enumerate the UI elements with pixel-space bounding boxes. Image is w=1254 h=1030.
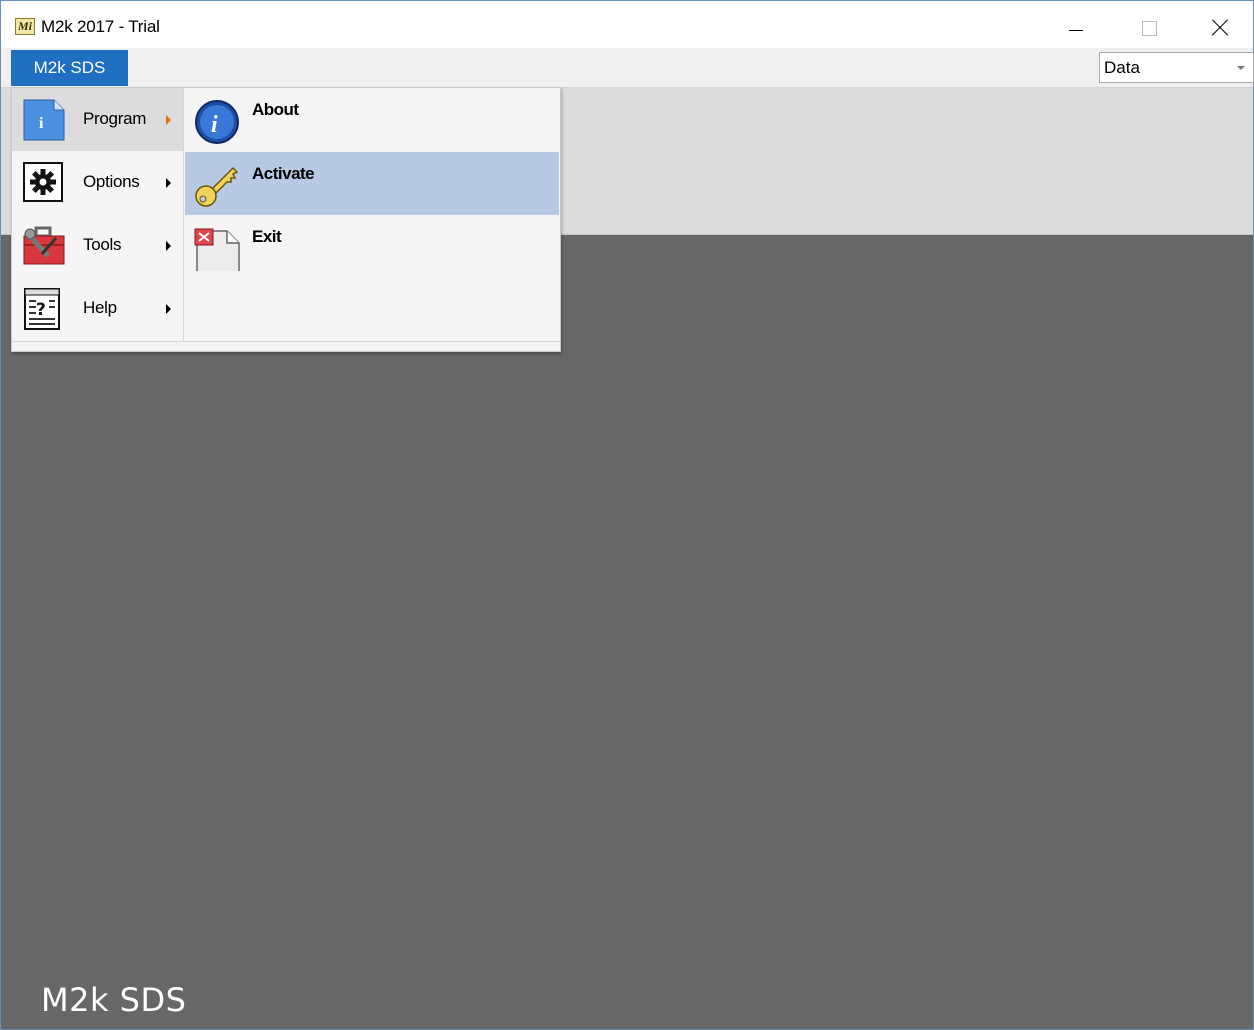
title-bar[interactable]: Mi M2k 2017 - Trial xyxy=(1,1,1253,48)
info-icon: i xyxy=(195,100,239,144)
toolbox-icon xyxy=(23,226,65,265)
submenu-item-about[interactable]: i About xyxy=(185,88,559,151)
submenu-item-label: About xyxy=(252,100,299,119)
program-submenu: i About Activate Exit xyxy=(185,88,560,341)
window-title: M2k 2017 - Trial xyxy=(41,17,160,36)
chevron-down-icon xyxy=(1237,66,1245,70)
svg-text:i: i xyxy=(39,115,44,132)
data-dropdown-value: Data xyxy=(1104,58,1140,77)
app-window: Mi M2k 2017 - Trial M2k SDS Data M2k SDS… xyxy=(0,0,1254,1030)
menu-item-program[interactable]: i Program xyxy=(12,88,183,151)
program-info-icon: i xyxy=(23,99,65,141)
menu-item-options[interactable]: Options xyxy=(12,151,183,214)
gear-icon xyxy=(23,162,63,202)
menu-item-help[interactable]: ? Help xyxy=(12,277,183,340)
app-menu-tab[interactable]: M2k SDS xyxy=(11,50,128,86)
ribbon-tab-strip: M2k SDS Data xyxy=(1,48,1254,88)
menu-item-label: Program xyxy=(83,109,147,128)
submenu-arrow-icon xyxy=(166,304,171,314)
submenu-arrow-icon xyxy=(166,178,171,188)
app-logo-icon[interactable]: Mi xyxy=(15,18,35,35)
exit-icon xyxy=(194,228,240,271)
menu-item-label: Help xyxy=(83,298,117,317)
submenu-item-label: Activate xyxy=(252,164,315,183)
minimize-button[interactable] xyxy=(1051,1,1099,48)
menu-divider xyxy=(12,341,560,342)
submenu-arrow-icon xyxy=(166,115,171,125)
maximize-button[interactable] xyxy=(1125,1,1173,48)
svg-text:i: i xyxy=(211,112,218,138)
submenu-item-exit[interactable]: Exit xyxy=(185,215,559,278)
menu-item-label: Options xyxy=(83,172,140,191)
menu-item-tools[interactable]: Tools xyxy=(12,214,183,277)
help-document-icon: ? xyxy=(24,288,60,330)
application-menu: i Program Options Tools ? Help i About A… xyxy=(11,87,561,352)
submenu-arrow-icon xyxy=(166,241,171,251)
svg-text:?: ? xyxy=(36,300,46,320)
data-dropdown[interactable]: Data xyxy=(1099,52,1254,83)
submenu-item-activate[interactable]: Activate xyxy=(185,152,559,215)
submenu-item-label: Exit xyxy=(252,227,282,246)
menu-item-label: Tools xyxy=(83,235,122,254)
menu-categories: i Program Options Tools ? Help xyxy=(12,88,184,341)
close-button[interactable] xyxy=(1195,1,1243,48)
workspace-watermark: M2k SDS xyxy=(41,981,187,1019)
key-icon xyxy=(195,166,239,207)
